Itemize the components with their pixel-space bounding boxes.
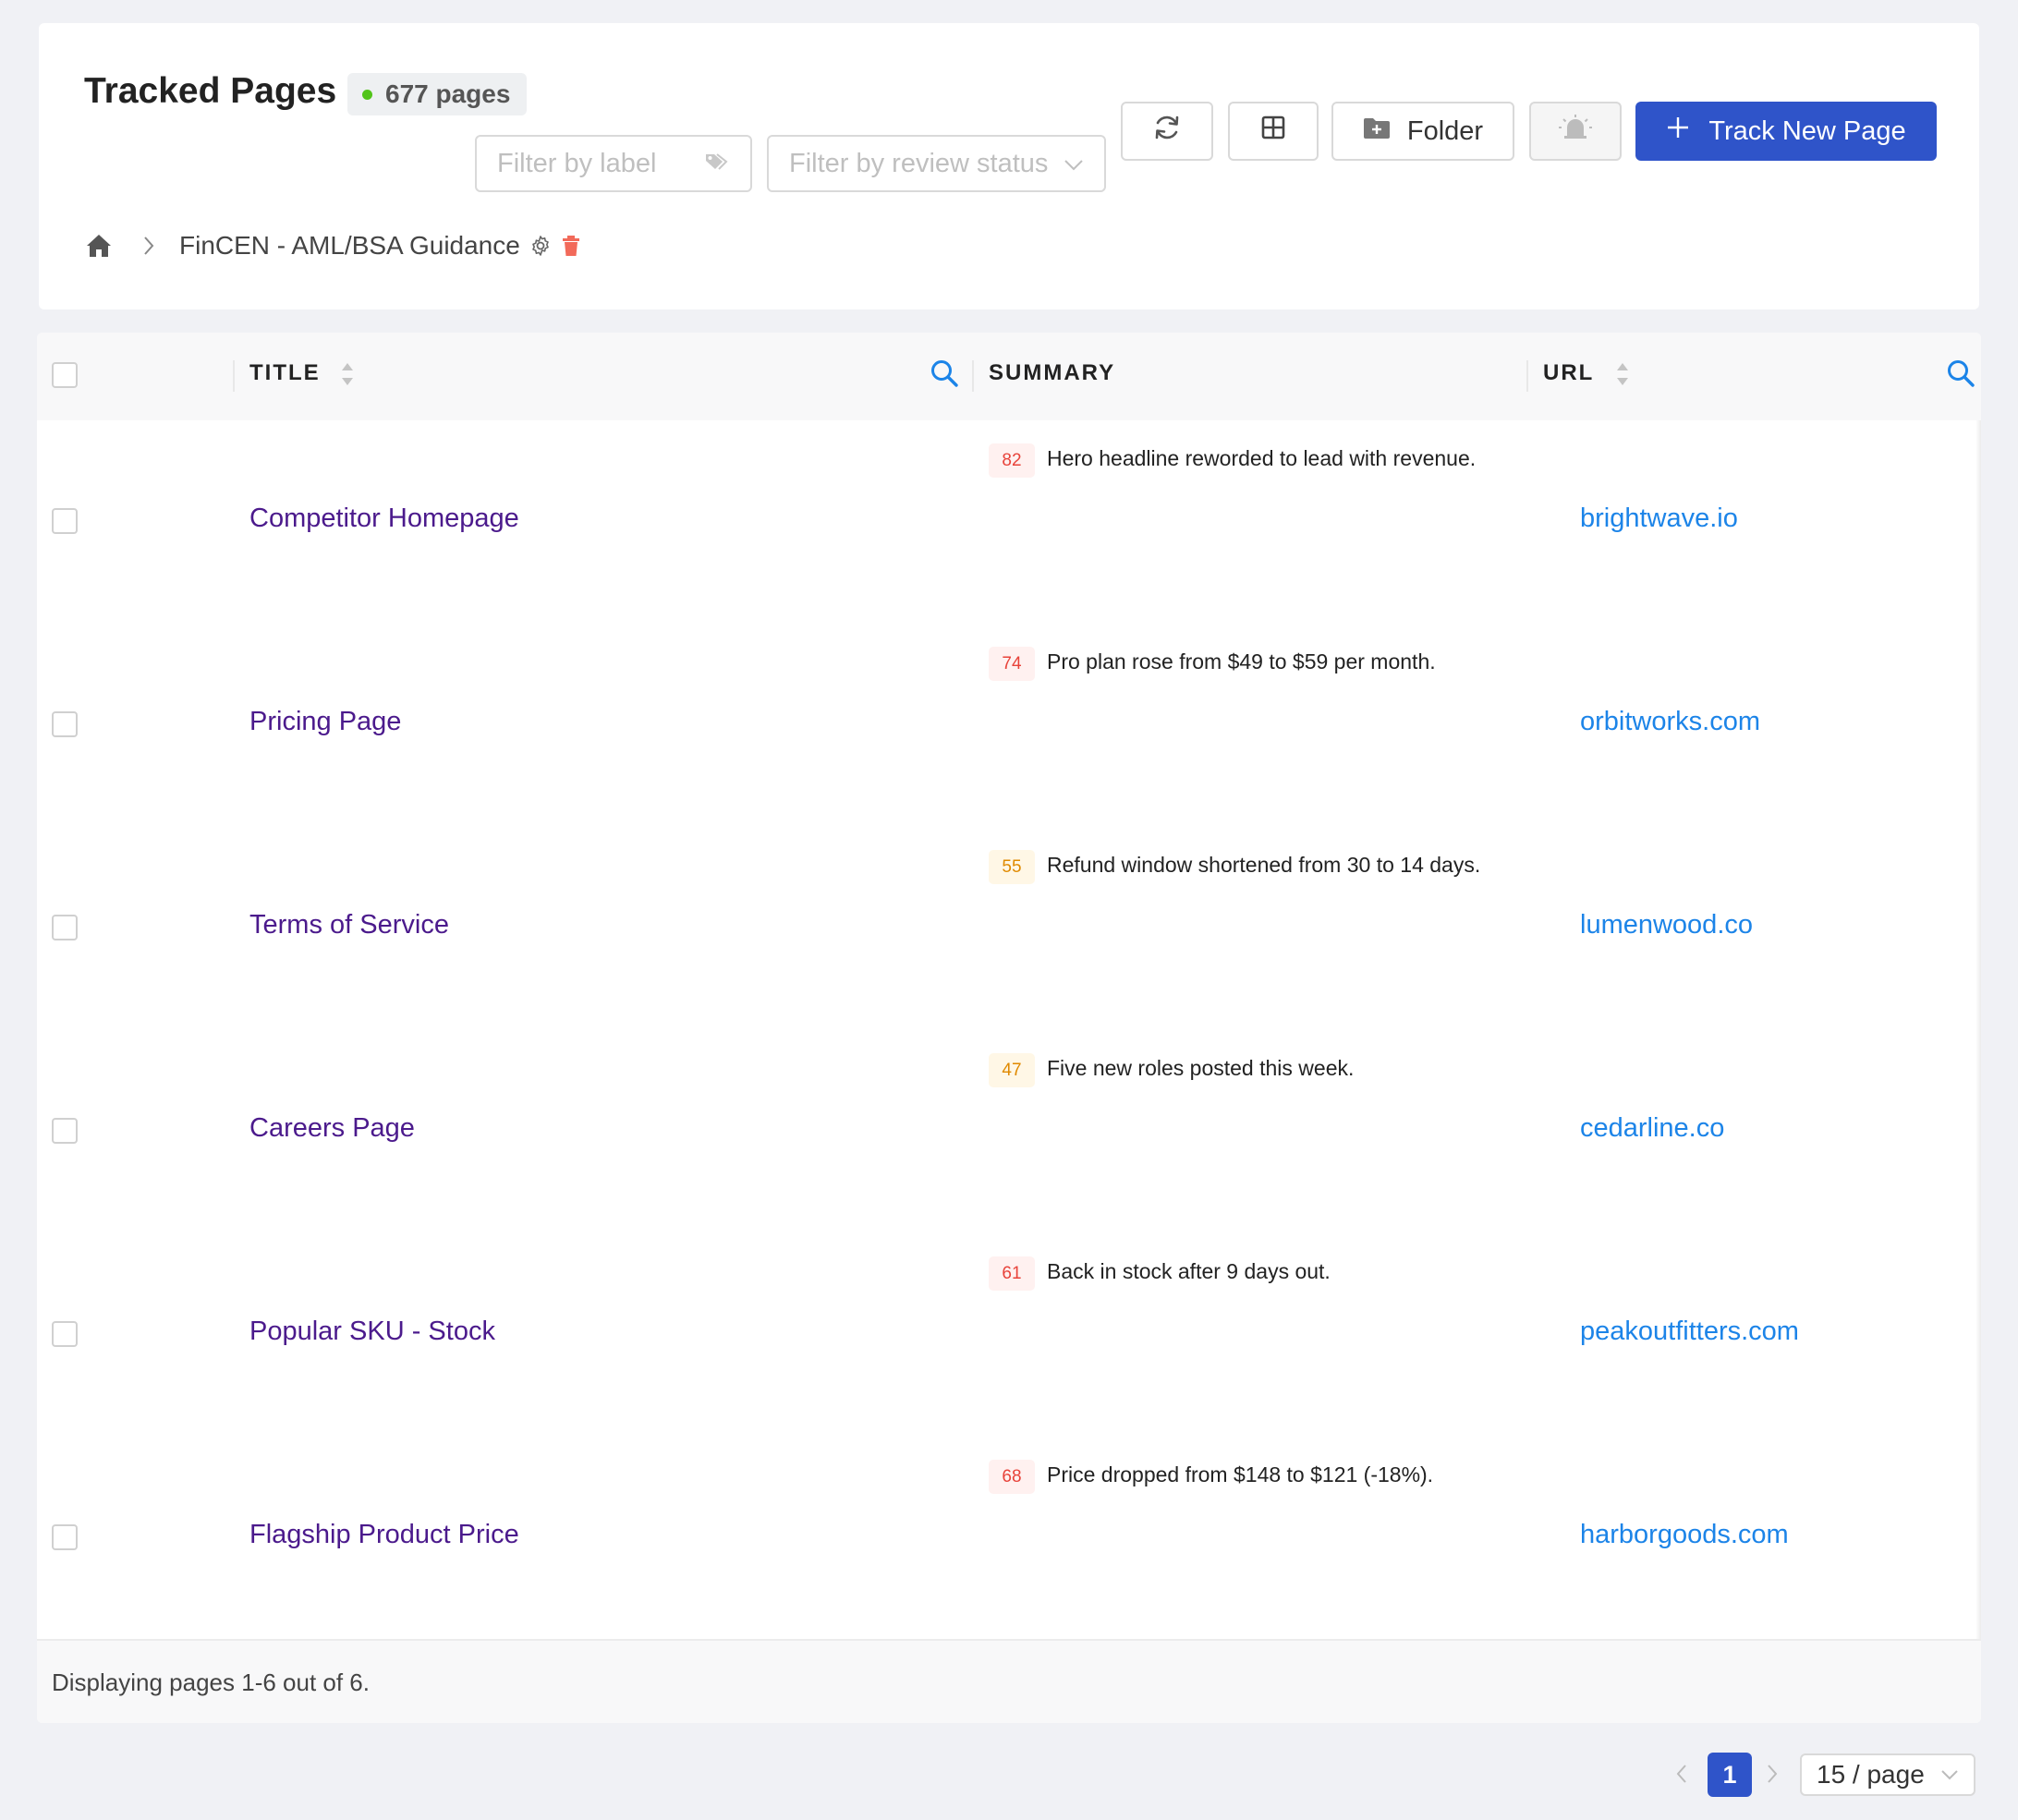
sort-title-icon[interactable]: [340, 360, 355, 393]
row-title-link[interactable]: Competitor Homepage: [249, 504, 519, 534]
pagination-next-icon[interactable]: [1765, 1763, 1780, 1785]
row-url-link[interactable]: cedarline.co: [1580, 1113, 1724, 1144]
page-size-value: 15 / page: [1817, 1760, 1925, 1789]
row-summary: Five new roles posted this week.: [1047, 1056, 1355, 1080]
column-divider: [233, 360, 235, 392]
row-summary: Refund window shortened from 30 to 14 da…: [1047, 853, 1481, 877]
folder-add-icon: [1363, 116, 1391, 147]
folder-button-label: Folder: [1406, 115, 1484, 146]
column-divider: [1526, 360, 1528, 392]
sort-url-icon[interactable]: [1615, 360, 1630, 393]
select-all-checkbox[interactable]: [52, 362, 78, 388]
table-header: TITLE SUMMARY URL: [37, 333, 1981, 422]
change-score-badge: 82: [989, 443, 1035, 478]
change-score-badge: 61: [989, 1256, 1035, 1291]
page-title: Tracked Pages: [84, 71, 337, 111]
search-title-icon[interactable]: [930, 358, 959, 393]
pagination-page-current[interactable]: 1: [1708, 1753, 1752, 1797]
row-checkbox[interactable]: [52, 1524, 78, 1550]
chevron-right-icon: [142, 236, 155, 256]
change-score-badge: 47: [989, 1053, 1035, 1087]
row-url-link[interactable]: orbitworks.com: [1580, 707, 1760, 737]
row-summary: Back in stock after 9 days out.: [1047, 1259, 1331, 1283]
refresh-icon: [1152, 113, 1182, 150]
column-header-summary: SUMMARY: [989, 360, 1116, 385]
row-url-link[interactable]: brightwave.io: [1580, 504, 1738, 534]
refresh-button[interactable]: [1121, 102, 1213, 161]
row-title-link[interactable]: Careers Page: [249, 1113, 415, 1144]
row-url-link[interactable]: lumenwood.co: [1580, 910, 1753, 940]
gear-icon[interactable]: [529, 235, 552, 257]
row-title-link[interactable]: Terms of Service: [249, 910, 449, 940]
column-header-url[interactable]: URL: [1543, 360, 1594, 386]
page-size-select[interactable]: 15 / page: [1800, 1753, 1975, 1796]
table-row[interactable]: Competitor Homepage 82 Hero headline rew…: [37, 420, 1981, 625]
filter-by-review-status-select[interactable]: Filter by review status: [767, 135, 1106, 192]
grid-layout-icon: [1260, 115, 1286, 148]
row-checkbox[interactable]: [52, 1118, 78, 1144]
row-url-link[interactable]: harborgoods.com: [1580, 1520, 1789, 1550]
row-url-link[interactable]: peakoutfitters.com: [1580, 1316, 1799, 1347]
table-footer: Displaying pages 1-6 out of 6.: [37, 1639, 1981, 1723]
row-summary: Pro plan rose from $49 to $59 per month.: [1047, 649, 1436, 673]
alerts-button[interactable]: [1529, 102, 1622, 161]
row-title-link[interactable]: Flagship Product Price: [249, 1520, 519, 1550]
column-divider: [972, 360, 974, 392]
row-checkbox[interactable]: [52, 1321, 78, 1347]
folder-button[interactable]: Folder: [1331, 102, 1514, 161]
filter-by-status-placeholder: Filter by review status: [789, 148, 1049, 178]
tags-icon: [704, 149, 730, 179]
home-icon[interactable]: [85, 233, 113, 259]
row-title-link[interactable]: Popular SKU - Stock: [249, 1316, 495, 1347]
table-footer-summary: Displaying pages 1-6 out of 6.: [52, 1668, 370, 1696]
track-new-page-button[interactable]: Track New Page: [1635, 102, 1937, 161]
column-header-title[interactable]: TITLE: [249, 360, 321, 386]
trash-icon[interactable]: [561, 235, 581, 257]
search-url-icon[interactable]: [1946, 358, 1975, 393]
table-row[interactable]: Terms of Service 55 Refund window shorte…: [37, 827, 1981, 1032]
filter-by-label-select[interactable]: Filter by label: [475, 135, 752, 192]
status-dot-icon: [362, 89, 372, 100]
row-checkbox[interactable]: [52, 711, 78, 737]
breadcrumb: FinCEN - AML/BSA Guidance: [85, 227, 581, 264]
table-row[interactable]: Careers Page 47 Five new roles posted th…: [37, 1030, 1981, 1235]
pagination-prev-icon[interactable]: [1674, 1763, 1689, 1785]
layout-button[interactable]: [1228, 102, 1319, 161]
page-count-badge: 677 pages: [347, 73, 528, 115]
track-new-page-label: Track New Page: [1708, 115, 1906, 146]
plus-icon: [1666, 115, 1690, 147]
row-checkbox[interactable]: [52, 915, 78, 940]
alert-bell-icon: [1558, 114, 1593, 149]
horizontal-scroll-shadow: [1975, 420, 1981, 1639]
table-row[interactable]: Popular SKU - Stock 61 Back in stock aft…: [37, 1233, 1981, 1438]
page-count-label: 677 pages: [385, 79, 511, 108]
filter-by-label-placeholder: Filter by label: [497, 148, 657, 178]
table-row[interactable]: Pricing Page 74 Pro plan rose from $49 t…: [37, 624, 1981, 829]
pages-table: TITLE SUMMARY URL Competitor Homepage 82…: [37, 333, 1981, 1723]
chevron-down-icon: [1940, 1769, 1959, 1780]
row-summary: Hero headline reworded to lead with reve…: [1047, 446, 1477, 470]
change-score-badge: 68: [989, 1460, 1035, 1494]
row-checkbox[interactable]: [52, 508, 78, 534]
header-card: Tracked Pages 677 pages Filter by label …: [39, 23, 1979, 309]
change-score-badge: 55: [989, 850, 1035, 884]
change-score-badge: 74: [989, 647, 1035, 681]
table-row[interactable]: Flagship Product Price 68 Price dropped …: [37, 1437, 1981, 1642]
row-title-link[interactable]: Pricing Page: [249, 707, 401, 737]
row-summary: Price dropped from $148 to $121 (-18%).: [1047, 1462, 1434, 1486]
breadcrumb-current-folder[interactable]: FinCEN - AML/BSA Guidance: [179, 231, 520, 261]
chevron-down-icon: [1064, 149, 1084, 179]
